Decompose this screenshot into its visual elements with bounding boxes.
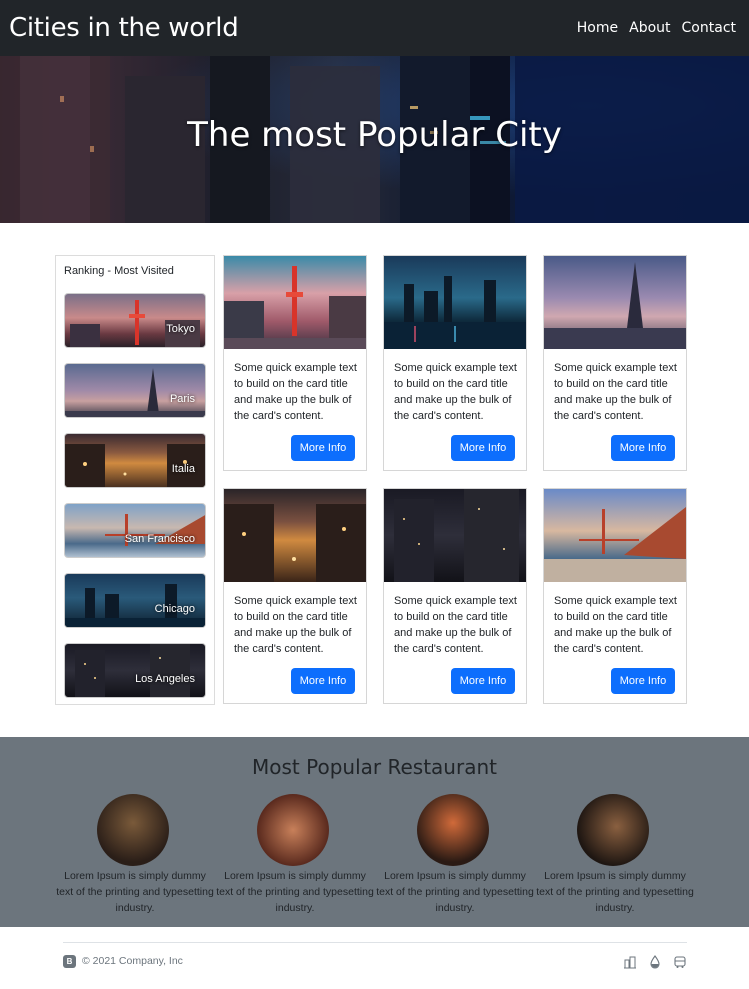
footer-divider — [63, 942, 687, 943]
ranking-sidebar: Ranking - Most Visited Tokyo Paris Itali… — [55, 255, 215, 705]
rank-item-chicago[interactable]: Chicago — [64, 573, 206, 628]
nav-link-contact[interactable]: Contact — [682, 20, 736, 36]
card-image — [224, 256, 366, 349]
nav-link-about[interactable]: About — [629, 20, 670, 36]
rank-label: San Francisco — [124, 533, 195, 545]
rank-label: Chicago — [154, 603, 195, 615]
rank-item-italia[interactable]: Italia — [64, 433, 206, 488]
restaurant-image[interactable] — [577, 794, 649, 866]
card-image — [384, 489, 526, 582]
card-text: Some quick example text to build on the … — [394, 595, 517, 655]
restaurant-description: Lorem Ipsum is simply dummy text of the … — [536, 870, 694, 914]
more-info-button[interactable]: More Info — [451, 668, 515, 694]
card-text: Some quick example text to build on the … — [554, 362, 677, 422]
restaurant-description: Lorem Ipsum is simply dummy text of the … — [216, 870, 374, 914]
rank-item-tokyo[interactable]: Tokyo — [64, 293, 206, 348]
footer-copyright: © 2021 Company, Inc — [82, 955, 183, 967]
rank-label: Italia — [171, 463, 195, 475]
sidebar-title: Ranking - Most Visited — [64, 265, 174, 277]
restaurant-section-title: Most Popular Restaurant — [252, 755, 497, 779]
chicago-image — [65, 584, 205, 627]
tokyo-image — [70, 300, 200, 347]
city-card: Some quick example text to build on the … — [223, 255, 367, 471]
more-info-button[interactable]: More Info — [291, 668, 355, 694]
hero-title: The most Popular City — [187, 115, 562, 155]
card-image — [544, 256, 686, 349]
restaurant-image[interactable] — [417, 794, 489, 866]
card-text: Some quick example text to build on the … — [554, 595, 677, 655]
rank-item-los-angeles[interactable]: Los Angeles — [64, 643, 206, 698]
rank-item-paris[interactable]: Paris — [64, 363, 206, 418]
city-card: Some quick example text to build on the … — [223, 488, 367, 704]
city-card: Some quick example text to build on the … — [543, 488, 687, 704]
restaurant-description: Lorem Ipsum is simply dummy text of the … — [56, 870, 214, 914]
los-angeles-image — [75, 644, 190, 697]
rank-label: Tokyo — [166, 323, 195, 335]
rank-label: Los Angeles — [135, 673, 195, 685]
card-text: Some quick example text to build on the … — [234, 595, 357, 655]
card-image — [384, 256, 526, 349]
footer-logo[interactable]: B — [63, 955, 76, 968]
more-info-button[interactable]: More Info — [611, 668, 675, 694]
brand-title[interactable]: Cities in the world — [9, 13, 239, 43]
bus-icon[interactable] — [673, 955, 687, 969]
city-card: Some quick example text to build on the … — [543, 255, 687, 471]
restaurant-image[interactable] — [257, 794, 329, 866]
building-icon[interactable] — [623, 955, 637, 969]
rank-item-san-francisco[interactable]: San Francisco — [64, 503, 206, 558]
paris-image — [65, 368, 205, 417]
more-info-button[interactable]: More Info — [611, 435, 675, 461]
card-text: Some quick example text to build on the … — [234, 362, 357, 422]
card-image — [544, 489, 686, 582]
hero-banner: The most Popular City — [0, 56, 749, 223]
san-francisco-image — [105, 514, 205, 546]
nav-links: Home About Contact — [577, 20, 740, 36]
nav-link-home[interactable]: Home — [577, 20, 618, 36]
more-info-button[interactable]: More Info — [451, 435, 515, 461]
restaurant-image[interactable] — [97, 794, 169, 866]
restaurant-description: Lorem Ipsum is simply dummy text of the … — [376, 870, 534, 914]
droplet-icon[interactable] — [648, 955, 662, 969]
city-card: Some quick example text to build on the … — [383, 255, 527, 471]
more-info-button[interactable]: More Info — [291, 435, 355, 461]
city-card: Some quick example text to build on the … — [383, 488, 527, 704]
restaurant-section: Most Popular Restaurant Lorem Ipsum is s… — [0, 737, 749, 927]
italia-image — [65, 444, 205, 487]
rank-label: Paris — [169, 393, 195, 405]
card-image — [224, 489, 366, 582]
navbar: Cities in the world Home About Contact — [0, 0, 749, 56]
card-text: Some quick example text to build on the … — [394, 362, 517, 422]
